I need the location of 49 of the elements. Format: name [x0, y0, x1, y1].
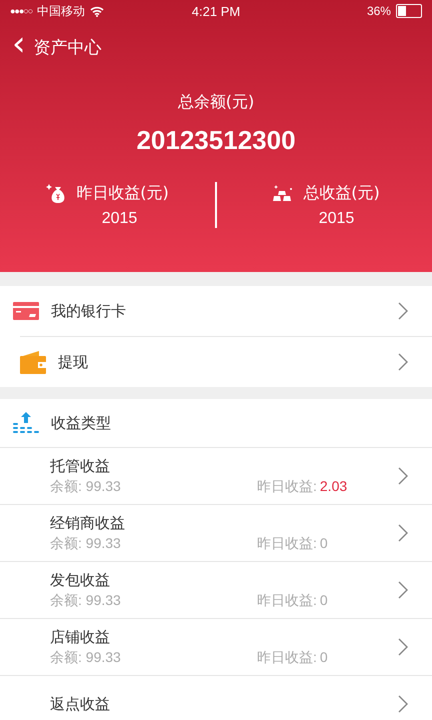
section-title: 收益类型	[51, 414, 112, 432]
balance-text: 余额: 99.33	[50, 478, 122, 496]
yesterday-label: 昨日收益:	[257, 534, 317, 552]
total-balance-amount: 20123512300	[135, 125, 297, 156]
yesterday-label: 昨日收益:	[257, 592, 317, 610]
income-item[interactable]: 经销商收益 余额: 99.33 昨日收益: 0	[0, 505, 432, 562]
menu-item[interactable]: 我的银行卡	[0, 286, 432, 336]
yesterday-value: 0	[320, 648, 328, 666]
income-name: 托管收益	[50, 456, 111, 476]
wifi-icon	[90, 6, 104, 16]
balance-text: 余额: 99.33	[50, 534, 122, 552]
page-title: 资产中心	[34, 36, 102, 58]
yesterday-value: 2.03	[320, 478, 348, 496]
income-item[interactable]: 返点收益	[0, 676, 432, 720]
income-name: 经销商收益	[50, 514, 126, 532]
wallet-icon	[20, 350, 46, 374]
balance-text: 余额: 99.33	[50, 592, 122, 610]
status-time: 4:21 PM	[192, 4, 240, 18]
carrier-name: 中国移动	[37, 2, 86, 20]
income-name: 发包收益	[50, 570, 111, 590]
stat-label: 总收益(元)	[303, 182, 380, 204]
income-item[interactable]: 发包收益 余额: 99.33 昨日收益: 0	[0, 562, 432, 619]
income-item[interactable]: 托管收益 余额: 99.33 昨日收益: 2.03	[0, 448, 432, 505]
balance-text: 余额: 99.33	[50, 648, 122, 666]
income-name: 返点收益	[50, 694, 111, 714]
menu-item[interactable]: 提现	[20, 336, 432, 387]
chevron-right-icon	[398, 353, 408, 371]
chevron-right-icon	[398, 581, 408, 599]
yesterday-label: 昨日收益:	[257, 648, 317, 666]
stat-value: 2015	[318, 210, 354, 228]
income-name: 店铺收益	[50, 628, 111, 646]
chevron-right-icon	[398, 524, 408, 542]
chevron-right-icon	[398, 695, 408, 713]
chevron-right-icon	[398, 467, 408, 485]
chevron-right-icon	[398, 638, 408, 656]
yesterday-label: 昨日收益:	[257, 478, 317, 496]
chevron-right-icon	[398, 302, 408, 320]
coins-upload-icon	[13, 411, 39, 435]
battery-percent: 36%	[366, 4, 391, 18]
stat-value: 2015	[100, 210, 138, 228]
total-balance-label: 总余额(元)	[176, 92, 256, 113]
stat-label: 昨日收益(元)	[76, 182, 169, 204]
battery-icon	[396, 4, 422, 18]
bank-card-icon	[13, 302, 39, 320]
signal-dots: ●●●○○	[10, 6, 32, 16]
income-item[interactable]: 店铺收益 余额: 99.33 昨日收益: 0	[0, 619, 432, 676]
yesterday-value: 0	[320, 592, 328, 610]
yesterday-value: 0	[320, 534, 328, 552]
back-button[interactable]: ‹	[10, 27, 28, 67]
